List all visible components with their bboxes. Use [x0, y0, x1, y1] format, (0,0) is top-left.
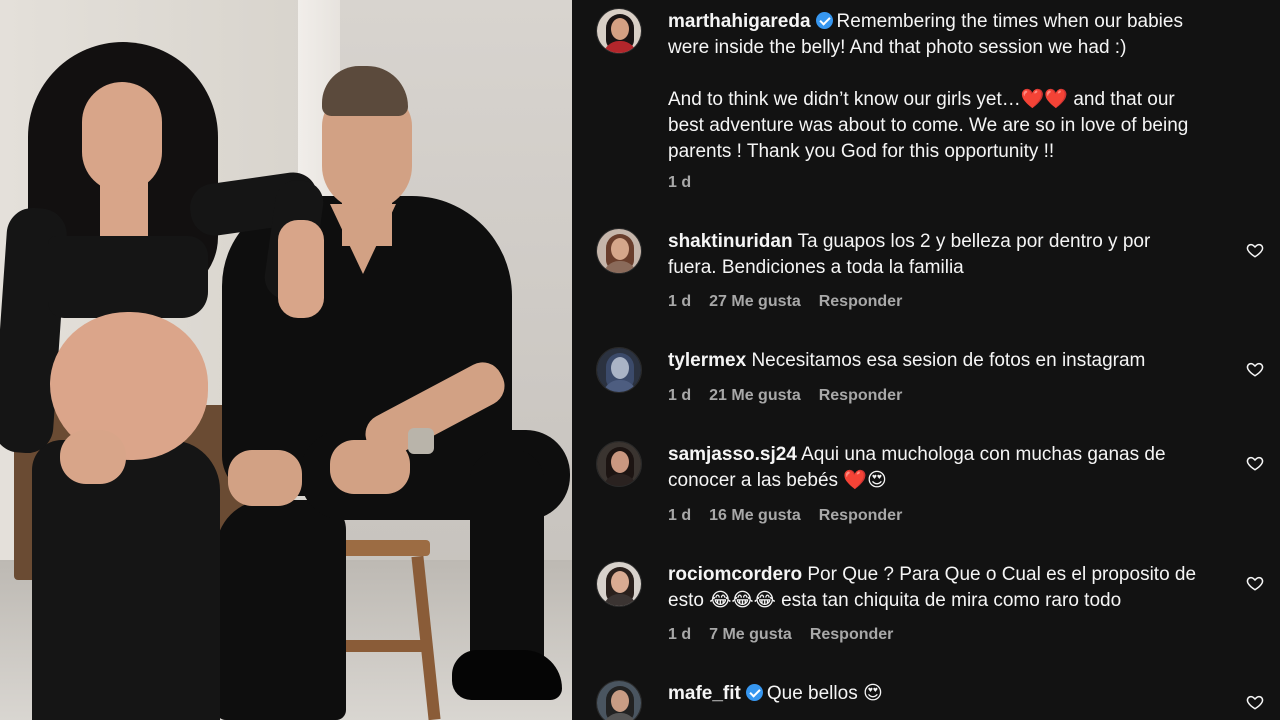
- woman-skirt: [32, 440, 220, 720]
- reply-button[interactable]: Responder: [819, 292, 903, 312]
- comment-meta: 1 d 21 Me gusta Responder: [668, 386, 902, 406]
- comment-text: samjasso.sj24 Aqui una muchologa con muc…: [668, 442, 1234, 494]
- woman-top: [48, 236, 208, 318]
- comment-avatar[interactable]: [596, 347, 642, 393]
- post-photo: [0, 0, 572, 720]
- caption-line1: Remembering the times when our babies: [836, 11, 1183, 32]
- comment-likes[interactable]: 16 Me gusta: [709, 506, 801, 526]
- comment-meta: 1 d 7 Me gusta Responder: [668, 625, 893, 645]
- reply-button[interactable]: Responder: [810, 625, 894, 645]
- heart-outline-icon[interactable]: [1246, 360, 1264, 378]
- man-hand: [228, 450, 302, 506]
- comments-panel: marthahigareda Remembering the times when…: [572, 0, 1280, 720]
- verified-badge-icon: [745, 684, 763, 701]
- caption-paragraph2: And to think we didn’t know our girls ye…: [668, 89, 1189, 162]
- woman-hand: [278, 220, 324, 318]
- watch-icon: [408, 428, 434, 454]
- comment-meta: 1 d 27 Me gusta Responder: [668, 292, 902, 312]
- heart-outline-icon[interactable]: [1246, 241, 1264, 259]
- woman-hand: [60, 430, 126, 484]
- caption-meta: 1 d: [668, 173, 691, 193]
- comment-avatar[interactable]: [596, 228, 642, 274]
- comment-likes[interactable]: 21 Me gusta: [709, 386, 801, 406]
- man-hand: [330, 440, 410, 494]
- comment-username[interactable]: tylermex: [668, 350, 746, 371]
- comment-username[interactable]: samjasso.sj24: [668, 444, 797, 465]
- caption-author-avatar[interactable]: [596, 8, 642, 54]
- comment-text: rociomcordero Por Que ? Para Que o Cual …: [668, 562, 1234, 614]
- woman-face: [82, 82, 162, 192]
- comment-username[interactable]: shaktinuridan: [668, 231, 793, 252]
- heart-outline-icon[interactable]: [1246, 574, 1264, 592]
- reply-button[interactable]: Responder: [819, 386, 903, 406]
- comment-meta: 1 d 16 Me gusta Responder: [668, 506, 902, 526]
- comment-text: mafe_fit Que bellos 😍: [668, 681, 1234, 707]
- comment-likes[interactable]: 7 Me gusta: [709, 625, 792, 645]
- man-shoe: [452, 650, 562, 700]
- comment-text: tylermex Necesitamos esa sesion de fotos…: [668, 348, 1234, 374]
- comment-body: Que bellos 😍: [766, 683, 883, 704]
- comment-time: 1 d: [668, 626, 692, 643]
- comment-username[interactable]: rociomcordero: [668, 564, 802, 585]
- comment-avatar[interactable]: [596, 561, 642, 607]
- caption-time: 1 d: [668, 174, 692, 191]
- caption-username[interactable]: marthahigareda: [668, 11, 811, 32]
- comment-time: 1 d: [668, 293, 692, 310]
- comment-likes[interactable]: 27 Me gusta: [709, 292, 801, 312]
- caption-text: marthahigareda Remembering the times when…: [668, 9, 1234, 165]
- comment-text: shaktinuridan Ta guapos los 2 y belleza …: [668, 229, 1234, 281]
- heart-outline-icon[interactable]: [1246, 454, 1264, 472]
- man-leg: [216, 500, 346, 720]
- comment-time: 1 d: [668, 507, 692, 524]
- comment-time: 1 d: [668, 387, 692, 404]
- comment-body: Necesitamos esa sesion de fotos en insta…: [751, 350, 1146, 371]
- verified-badge-icon: [815, 12, 833, 29]
- reply-button[interactable]: Responder: [819, 506, 903, 526]
- comment-username[interactable]: mafe_fit: [668, 683, 741, 704]
- caption-line2: were inside the belly! And that photo se…: [668, 37, 1127, 58]
- heart-outline-icon[interactable]: [1246, 693, 1264, 711]
- comment-avatar[interactable]: [596, 441, 642, 487]
- comment-avatar[interactable]: [596, 680, 642, 720]
